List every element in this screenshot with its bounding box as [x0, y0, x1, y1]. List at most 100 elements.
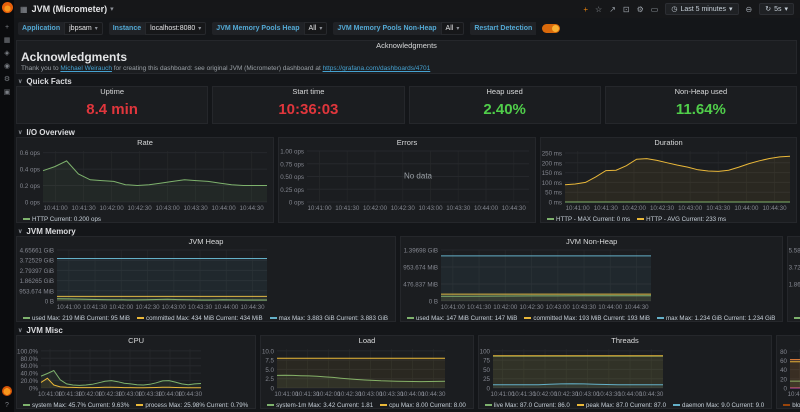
thread-states-graph[interactable]: 10:41:0010:41:3010:42:0010:42:3010:43:00…	[777, 346, 800, 398]
panel-header[interactable]: JVM Heap	[17, 237, 395, 247]
clock-icon: ◷	[671, 5, 677, 13]
panel-header[interactable]: Load	[261, 336, 473, 346]
legend-item[interactable]: used Max: 219 MiB Current: 95 MiB	[23, 315, 130, 321]
legend-item[interactable]: committed Max: 434 MiB Current: 434 MiB	[137, 315, 263, 321]
server-admin-icon[interactable]: ▣	[4, 86, 11, 99]
panel-header[interactable]: JVM Total	[788, 237, 800, 247]
svg-text:No data: No data	[404, 172, 433, 181]
share-icon[interactable]: ↗	[609, 5, 616, 14]
legend-item[interactable]: peak Max: 87.0 Current: 87.0	[577, 402, 666, 408]
panel-duration: Duration 10:41:0010:41:3010:42:0010:42:3…	[540, 137, 797, 223]
panel-header[interactable]: Start time	[213, 87, 403, 97]
load-graph[interactable]: 10:41:0010:41:3010:42:0010:42:3010:43:00…	[261, 346, 473, 398]
panel-header[interactable]: CPU	[17, 336, 255, 346]
ack-url-link[interactable]: https://grafana.com/dashboards/4701	[323, 65, 431, 72]
panel-header[interactable]: Non-Heap used	[606, 87, 796, 97]
svg-text:10:41:00: 10:41:00	[566, 205, 591, 212]
variable-label: JVM Memory Pools Heap	[212, 22, 303, 35]
panel-acknowledgments: Acknowledgments Acknowledgments Thank yo…	[16, 40, 797, 74]
jvm-total-graph[interactable]: 10:41:0010:41:3010:42:0010:42:3010:43:00…	[788, 247, 800, 311]
panel-header[interactable]: Threads	[479, 336, 771, 346]
dashboards-icon[interactable]: ▦	[4, 34, 11, 47]
legend-item[interactable]: system Max: 45.7% Current: 9.63%	[23, 402, 129, 408]
legend-item[interactable]: max Max: 3.883 GiB Current: 3.883 GiB	[270, 315, 388, 321]
svg-text:10:43:30: 10:43:30	[706, 205, 731, 212]
variable-instance[interactable]: Instance localhost:8080▾	[109, 22, 207, 35]
svg-text:80.0%: 80.0%	[20, 356, 38, 363]
errors-graph[interactable]: 10:41:0010:41:3010:42:0010:42:3010:43:00…	[279, 148, 535, 212]
legend-item[interactable]: committed Max: 193 MiB Current: 193 MiB	[524, 315, 650, 321]
svg-text:10:42:30: 10:42:30	[128, 205, 153, 212]
panel-header[interactable]: Rate	[17, 138, 273, 148]
cpu-graph[interactable]: 10:41:0010:41:3010:42:0010:42:3010:43:00…	[17, 346, 255, 398]
dashboard-title[interactable]: JVM (Micrometer)	[32, 4, 108, 14]
legend-item[interactable]: daemon Max: 9.0 Current: 9.0	[673, 402, 764, 408]
save-icon[interactable]: ⊡	[623, 5, 630, 14]
title-caret-icon[interactable]: ▾	[110, 5, 114, 13]
help-icon[interactable]: ?	[5, 399, 9, 412]
jvm-heap-graph[interactable]: 10:41:0010:41:3010:42:0010:42:3010:43:00…	[17, 247, 395, 311]
row-title: JVM Misc	[26, 326, 62, 335]
restart-detection-toggle[interactable]	[542, 24, 560, 33]
alerting-icon[interactable]: ◉	[4, 60, 10, 73]
variable-application[interactable]: Application jbpsam▾	[18, 22, 103, 35]
svg-text:25: 25	[483, 376, 490, 383]
add-panel-icon[interactable]: +	[583, 5, 588, 14]
legend-item[interactable]: max Max: 1.234 GiB Current: 1.234 GiB	[657, 315, 775, 321]
panel-load: Load 10:41:0010:41:3010:42:0010:42:3010:…	[260, 335, 474, 409]
star-icon[interactable]: ☆	[595, 5, 602, 14]
panel-header[interactable]: Acknowledgments	[21, 41, 792, 51]
row-jvm-misc[interactable]: ∨ JVM Misc	[16, 325, 797, 335]
variable-label: JVM Memory Pools Non-Heap	[333, 22, 440, 35]
jvm-nonheap-legend: used Max: 147 MiB Current: 147 MiB commit…	[401, 311, 782, 321]
panel-header[interactable]: Heap used	[410, 87, 600, 97]
row-io-overview[interactable]: ∨ I/O Overview	[16, 127, 797, 137]
svg-text:40: 40	[780, 367, 787, 374]
panel-header[interactable]: JVM Non-Heap	[401, 237, 782, 247]
settings-icon[interactable]: ⚙	[637, 5, 644, 14]
rate-graph[interactable]: 10:41:0010:41:3010:42:0010:42:3010:43:00…	[17, 148, 273, 212]
legend-item[interactable]: used Max: 365 MiB Current: 243 MiB	[794, 315, 800, 321]
refresh-picker[interactable]: ↻ 5s ▾	[759, 3, 794, 15]
user-avatar[interactable]	[2, 386, 12, 396]
legend-item[interactable]: used Max: 147 MiB Current: 147 MiB	[407, 315, 517, 321]
caret-down-icon: ▾	[319, 25, 322, 32]
variable-pools-heap[interactable]: JVM Memory Pools Heap All▾	[212, 22, 327, 35]
jvm-total-legend: used Max: 365 MiB Current: 243 MiBcommit…	[788, 311, 800, 321]
chevron-down-icon: ∨	[18, 228, 22, 235]
explore-icon[interactable]: ◈	[4, 47, 9, 60]
legend-item[interactable]: blocked Max: 0 Current: 0	[783, 402, 800, 408]
legend-item[interactable]: HTTP - MAX Current: 0 ms	[547, 216, 630, 222]
panel-header[interactable]: Duration	[541, 138, 796, 148]
grafana-logo-icon[interactable]	[2, 2, 13, 13]
panel-rate: Rate 10:41:0010:41:3010:42:0010:42:3010:…	[16, 137, 274, 223]
ack-author-link[interactable]: Michael Weirauch	[60, 65, 112, 72]
variable-pools-nonheap[interactable]: JVM Memory Pools Non-Heap All▾	[333, 22, 464, 35]
legend-item[interactable]: live Max: 87.0 Current: 86.0	[485, 402, 570, 408]
row-quick-facts[interactable]: ∨ Quick Facts	[16, 76, 797, 86]
legend-item[interactable]: HTTP Current: 0.200 ops	[23, 216, 101, 222]
jvm-nonheap-graph[interactable]: 10:41:0010:41:3010:42:0010:42:3010:43:00…	[401, 247, 782, 311]
jvm-memory-panels: JVM Heap 10:41:0010:41:3010:42:0010:42:3…	[16, 236, 797, 322]
panel-header[interactable]: Thread States	[777, 336, 800, 346]
panel-header[interactable]: Errors	[279, 138, 535, 148]
threads-graph[interactable]: 10:41:0010:41:3010:42:0010:42:3010:43:00…	[479, 346, 771, 398]
svg-text:0%: 0%	[29, 386, 38, 393]
svg-text:10:42:00: 10:42:00	[100, 205, 125, 212]
configuration-icon[interactable]: ⚙	[4, 73, 10, 86]
duration-graph[interactable]: 10:41:0010:41:3010:42:0010:42:3010:43:00…	[541, 148, 796, 212]
row-jvm-memory[interactable]: ∨ JVM Memory	[16, 226, 797, 236]
legend-item[interactable]: HTTP - AVG Current: 233 ms	[637, 216, 726, 222]
row-title: I/O Overview	[26, 128, 74, 137]
create-icon[interactable]: +	[5, 21, 9, 34]
legend-item[interactable]: system-1m Max: 3.42 Current: 1.81	[267, 402, 373, 408]
cycle-view-icon[interactable]: ▭	[651, 5, 659, 14]
panel-header[interactable]: Uptime	[17, 87, 207, 97]
svg-text:150 ms: 150 ms	[542, 170, 562, 177]
svg-text:10:43:00: 10:43:00	[418, 205, 443, 212]
time-range-picker[interactable]: ◷ Last 5 minutes ▾	[665, 3, 738, 15]
legend-item[interactable]: cpu Max: 8.00 Current: 8.00	[380, 402, 466, 408]
zoom-out-icon[interactable]: ⊖	[746, 5, 753, 14]
legend-item[interactable]: process Max: 25.98% Current: 0.79%	[136, 402, 248, 408]
svg-text:10:42:00: 10:42:00	[622, 205, 647, 212]
